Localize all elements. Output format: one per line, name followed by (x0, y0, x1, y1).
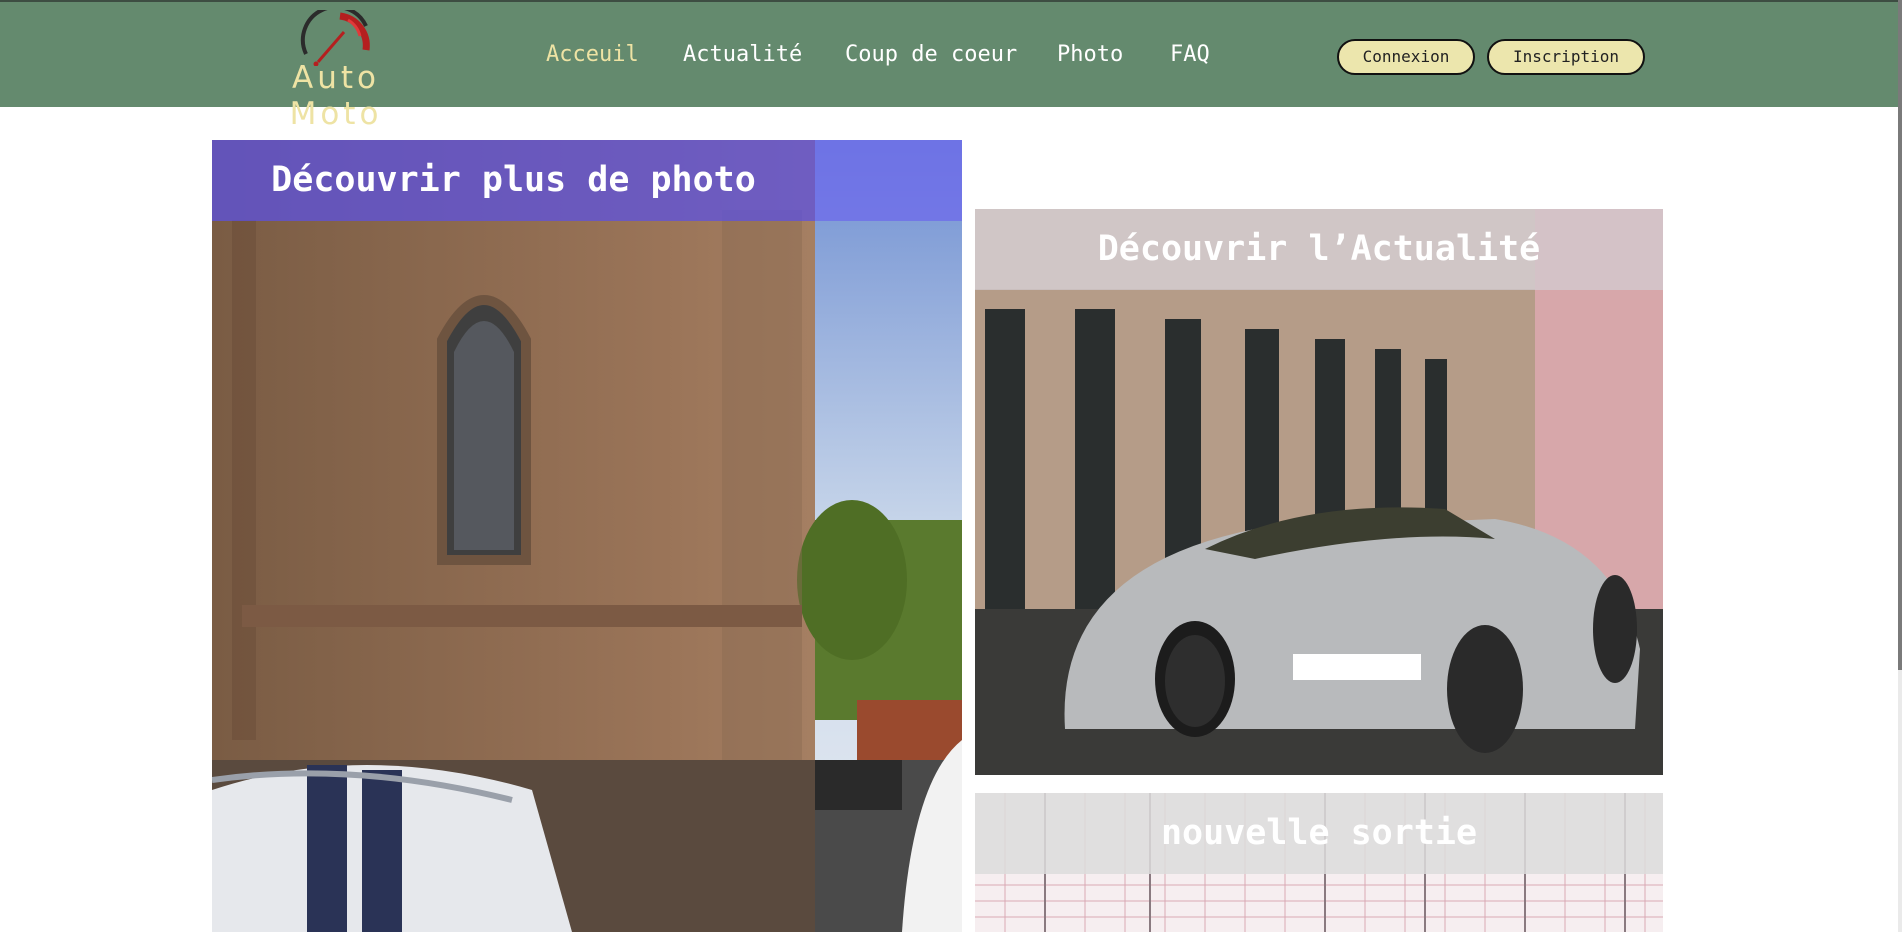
nav-item-faq[interactable]: FAQ (1170, 42, 1210, 67)
church-street-photo (212, 140, 962, 932)
news-card-title: Découvrir l’Actualité (975, 209, 1663, 290)
brand-logo[interactable]: Auto Moto (248, 10, 424, 132)
brand-name: Auto Moto (289, 60, 383, 132)
silver-sports-car-photo (975, 209, 1663, 775)
login-button[interactable]: Connexion (1337, 39, 1475, 75)
nav-item-actualite[interactable]: Actualité (683, 42, 802, 67)
news-card[interactable]: Découvrir l’Actualité (975, 209, 1663, 775)
top-navigation-bar: Auto Moto Acceuil Actualité Coup de coeu… (0, 0, 1898, 132)
release-card-title: nouvelle sortie (975, 793, 1663, 874)
speedometer-icon (300, 10, 370, 66)
photo-card[interactable]: Découvrir plus de photo (212, 140, 962, 932)
signup-button[interactable]: Inscription (1487, 39, 1645, 75)
nav-item-coup-de-coeur[interactable]: Coup de coeur (845, 42, 1017, 67)
photo-card-title: Découvrir plus de photo (212, 140, 815, 221)
page-scrollbar[interactable] (1898, 0, 1902, 932)
photo-card-banner-extension (815, 140, 962, 221)
nav-item-acceuil[interactable]: Acceuil (546, 42, 639, 67)
nav-item-photo[interactable]: Photo (1057, 42, 1123, 67)
scrollbar-thumb[interactable] (1898, 0, 1902, 670)
release-card[interactable]: nouvelle sortie (975, 793, 1663, 932)
